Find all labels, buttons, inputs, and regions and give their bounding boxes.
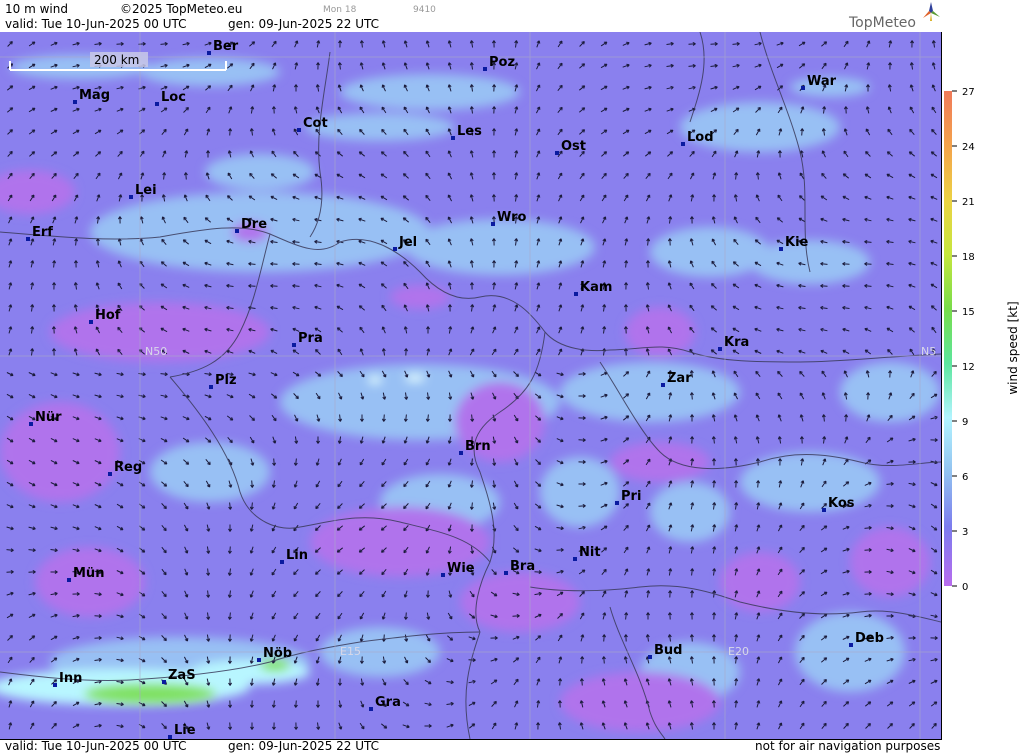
compass-icon xyxy=(923,2,940,21)
city-reg: Reg xyxy=(108,460,142,476)
scale-label: 200 km xyxy=(94,53,139,67)
city-label: Kie xyxy=(785,235,809,250)
city-label: Plz xyxy=(215,373,237,388)
header: 10 m wind ©2025 TopMeteo.eu Mon 18 9410 … xyxy=(0,0,941,32)
legend-tick-label: 15 xyxy=(962,307,975,318)
footer: valid: Tue 10-Jun-2025 00 UTC gen: 09-Ju… xyxy=(0,739,941,754)
legend-colorbar xyxy=(944,91,952,586)
city-label: Lie xyxy=(174,723,196,738)
city-zas: ZaS xyxy=(162,668,196,684)
city-nöb: Nöb xyxy=(257,646,292,662)
legend-tick-label: 24 xyxy=(962,142,975,153)
city-label: Jel xyxy=(398,235,417,250)
city-kam: Kam xyxy=(574,280,612,296)
footer-valid-time: valid: Tue 10-Jun-2025 00 UTC xyxy=(5,739,187,753)
city-label: Poz xyxy=(489,55,515,70)
grid-label-n5: N5 xyxy=(921,345,936,358)
run-code: 9410 xyxy=(413,5,436,15)
city-label: Inn xyxy=(59,671,82,686)
city-label: Kra xyxy=(724,335,749,350)
city-label: Kam xyxy=(580,280,612,295)
legend-tick-label: 27 xyxy=(962,88,975,98)
city-label: Brn xyxy=(465,439,491,454)
legend-tick-label: 12 xyxy=(962,362,975,373)
brand-logo: TopMeteo xyxy=(849,15,916,31)
city-bud: Bud xyxy=(648,643,682,659)
city-label: Wie xyxy=(447,561,475,576)
city-label: Kos xyxy=(828,496,855,511)
city-label: Hof xyxy=(95,308,121,323)
city-war: War xyxy=(801,74,837,90)
city-label: War xyxy=(807,74,837,89)
legend-tick-label: 18 xyxy=(962,252,975,263)
city-label: Lin xyxy=(286,548,308,563)
city-deb: Deb xyxy=(849,631,884,647)
generated-time: gen: 09-Jun-2025 22 UTC xyxy=(228,17,380,31)
disclaimer: not for air navigation purposes xyxy=(755,739,941,753)
wind-speed-legend: 27 24 21 18 15 12 9 6 3 0 wind speed [kt] xyxy=(943,87,1033,594)
city-label: Ber xyxy=(213,39,239,54)
city-label: Deb xyxy=(855,631,884,646)
city-label: Nit xyxy=(579,545,601,560)
city-label: Ost xyxy=(561,139,586,154)
city-label: Nür xyxy=(35,410,62,425)
city-label: Les xyxy=(457,124,482,139)
grid-label-e15: E15 xyxy=(340,645,361,658)
run-label: Mon 18 xyxy=(323,5,357,15)
city-label: Mün xyxy=(73,566,104,581)
city-mün: Mün xyxy=(67,566,104,582)
city-wro: Wro xyxy=(491,210,527,226)
grid-label-n50: N50 xyxy=(145,345,167,358)
valid-time: valid: Tue 10-Jun-2025 00 UTC xyxy=(5,17,187,31)
legend-tick-label: 21 xyxy=(962,197,975,208)
city-label: Cot xyxy=(303,116,328,131)
city-mag: Mag xyxy=(73,88,110,104)
legend-tick-label: 3 xyxy=(962,527,968,538)
legend-unit-label: wind speed [kt] xyxy=(1006,301,1020,394)
city-label: Bra xyxy=(510,559,535,574)
footer-generated-time: gen: 09-Jun-2025 22 UTC xyxy=(228,739,380,753)
city-label: ZaS xyxy=(168,668,196,683)
legend-tick-label: 6 xyxy=(962,472,968,483)
city-label: Loc xyxy=(161,90,186,105)
city-label: Mag xyxy=(79,88,110,103)
copyright: ©2025 TopMeteo.eu xyxy=(120,2,243,16)
city-label: Gra xyxy=(375,695,401,710)
map-title: 10 m wind xyxy=(5,2,68,16)
city-label: Dre xyxy=(241,217,267,232)
city-label: Nöb xyxy=(263,646,292,661)
city-label: Pra xyxy=(298,331,323,346)
grid-label-e20: E20 xyxy=(728,645,749,658)
city-label: Lei xyxy=(135,183,157,198)
city-label: Reg xyxy=(114,460,142,475)
legend-tick-label: 9 xyxy=(962,417,968,428)
city-label: Wro xyxy=(497,210,527,225)
legend-tick-label: 0 xyxy=(962,582,968,593)
city-wie: Wie xyxy=(441,561,475,577)
city-label: Zar xyxy=(667,371,692,386)
city-label: Bud xyxy=(654,643,682,658)
city-label: Erf xyxy=(32,225,53,240)
city-label: Lod xyxy=(687,130,714,145)
city-label: Pri xyxy=(621,489,641,504)
wind-map[interactable]: N50 N5 E15 E20 200 km Ber Poz War Mag Loc Cot… xyxy=(0,32,942,740)
